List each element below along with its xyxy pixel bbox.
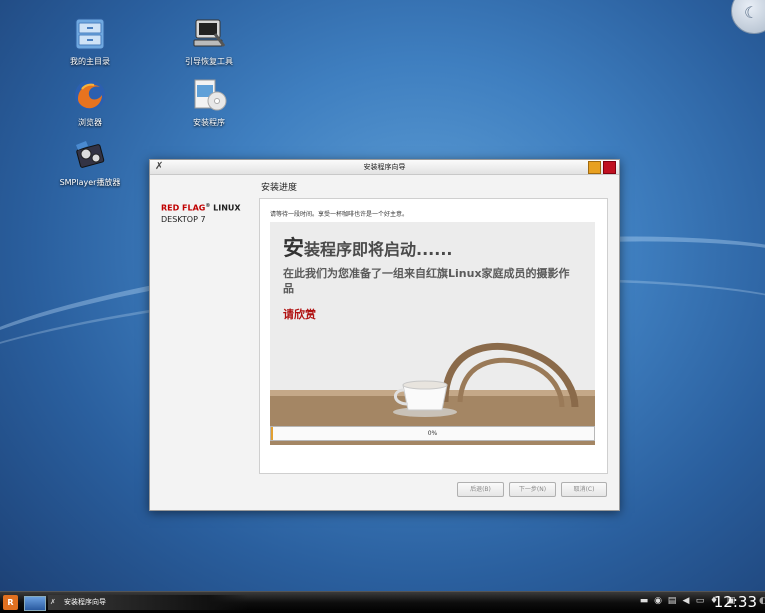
slide-body: 在此我们为您准备了一组来自红旗Linux家庭成员的摄影作品 <box>283 267 570 295</box>
show-desktop-icon[interactable] <box>24 596 46 611</box>
desktop-toolbox-icon[interactable]: ☾ <box>731 0 765 34</box>
next-button[interactable]: 下一步(N) <box>509 482 556 497</box>
network-icon[interactable]: ◉ <box>653 596 663 607</box>
smplayer-icon <box>72 137 108 173</box>
firefox-icon <box>72 77 108 113</box>
installer-dialog: ✗ 安装程序向导 安装进度 RED FLAG® LINUX DESKTOP 7 … <box>149 159 620 511</box>
desktop-icon-smplayer[interactable]: SMPlayer播放器 <box>45 137 135 188</box>
minimize-button[interactable] <box>588 161 601 174</box>
cancel-button[interactable]: 取消(C) <box>561 482 607 497</box>
desktop-icon-browser[interactable]: 浏览器 <box>45 77 135 128</box>
panel-edge-icon: ◐ <box>759 596 765 606</box>
app-menu-icon[interactable]: ✗ <box>155 161 163 173</box>
slideshow-image: 安装程序即将启动...... 在此我们为您准备了一组来自红旗Linux家庭成员的… <box>270 222 595 445</box>
dialog-title: 安装程序向导 <box>363 163 406 171</box>
desktop-icon-label: 我的主目录 <box>70 57 110 66</box>
boot-repair-icon <box>191 16 227 52</box>
desktop-icon-home[interactable]: 我的主目录 <box>45 16 135 67</box>
close-button[interactable] <box>603 161 616 174</box>
taskbar-item-installer[interactable]: ✗ 安装程序向导 <box>48 595 248 610</box>
slide-emphasis: 请欣赏 <box>283 308 316 321</box>
dialog-titlebar[interactable]: ✗ 安装程序向导 <box>150 160 619 175</box>
desktop-icon-label: 浏览器 <box>78 118 102 127</box>
desktop-icon-label: SMPlayer播放器 <box>59 178 121 187</box>
back-button[interactable]: 后退(B) <box>457 482 504 497</box>
keyboard-icon[interactable]: ▬ <box>639 596 649 607</box>
progress-fill <box>271 427 273 440</box>
installer-task-icon: ✗ <box>50 598 56 606</box>
slide-headline: 安装程序即将启动...... <box>283 236 453 260</box>
section-title: 安装进度 <box>261 183 298 193</box>
clock[interactable]: 12:33 <box>714 593 757 612</box>
taskbar: R ✗ 安装程序向导 ▬ ◉ ▤ ◀ ▭ ♦ ▣ 12:33 ◐ <box>0 591 765 613</box>
battery-icon[interactable]: ▭ <box>695 596 705 607</box>
clipboard-icon[interactable]: ▤ <box>667 596 677 607</box>
home-folder-icon <box>72 16 108 52</box>
brand-logo: RED FLAG® LINUX DESKTOP 7 <box>161 203 241 224</box>
volume-icon[interactable]: ◀ <box>681 596 691 607</box>
desktop-icon-boot-repair[interactable]: 引导恢复工具 <box>164 16 254 67</box>
install-progress-bar: 0% <box>270 426 595 441</box>
start-menu-button[interactable]: R <box>3 595 18 610</box>
progress-label: 0% <box>427 430 438 437</box>
wait-message: 请等待一段时间。享受一杯咖啡也许是一个好主意。 <box>270 211 409 218</box>
installer-icon <box>191 77 227 113</box>
desktop-icon-installer[interactable]: 安装程序 <box>164 77 254 128</box>
desktop-icon-label: 引导恢复工具 <box>185 57 233 66</box>
progress-panel: 请等待一段时间。享受一杯咖啡也许是一个好主意。 安装程序即将启动...... 在… <box>259 198 608 474</box>
desktop-icon-label: 安装程序 <box>193 118 225 127</box>
